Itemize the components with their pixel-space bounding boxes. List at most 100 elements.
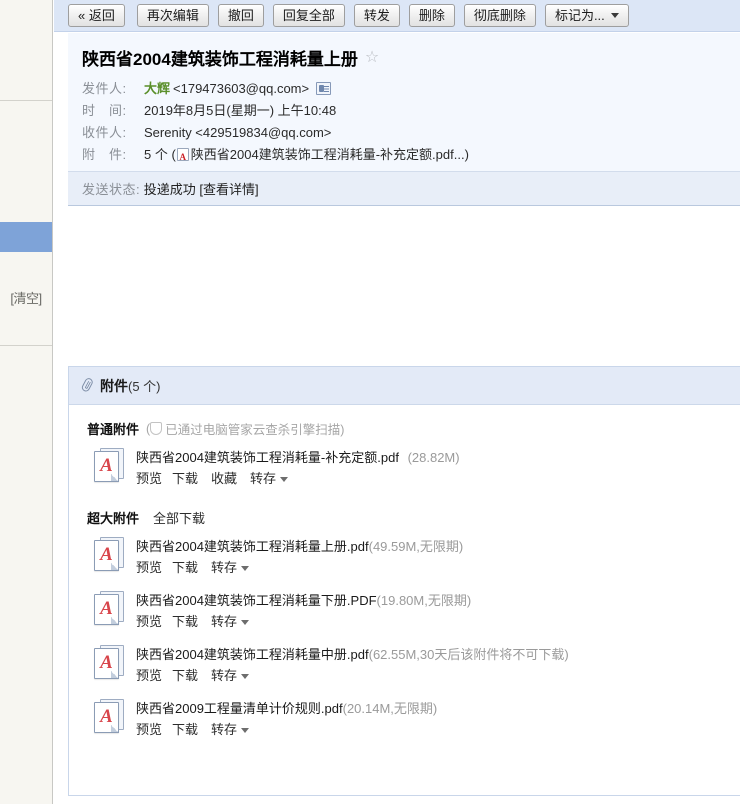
attachment-size: (28.82M) (407, 450, 460, 465)
page-title: 陕西省2004建筑装饰工程消耗量上册 (82, 50, 358, 69)
attachment-name[interactable]: 陕西省2004建筑装饰工程消耗量下册.PDF (136, 593, 377, 608)
sidebar-clear-link[interactable]: [清空] (0, 288, 52, 307)
contact-card-icon[interactable] (316, 82, 332, 95)
preview-link[interactable]: 预览 (136, 720, 162, 739)
download-link[interactable]: 下载 (172, 612, 198, 631)
attachments-panel-body: 普通附件 ( 已通过电脑管家云查杀引擎扫描) A 陕西省2004建筑装饰工程消耗… (69, 405, 740, 739)
recipient-value[interactable]: Serenity <429519834@qq.com> (144, 123, 331, 142)
preview-link[interactable]: 预览 (136, 558, 162, 577)
normal-attachments-title: 普通附件 (87, 422, 140, 437)
save-to-link[interactable]: 转存 (211, 666, 250, 685)
virus-scan-note: ( 已通过电脑管家云查杀引擎扫描) (146, 419, 344, 438)
from-label: 发件人: (82, 81, 127, 96)
attachment-name[interactable]: 陕西省2009工程量清单计价规则.pdf (136, 701, 343, 716)
preview-link[interactable]: 预览 (136, 612, 162, 631)
attachment-name[interactable]: 陕西省2004建筑装饰工程消耗量中册.pdf (136, 647, 369, 662)
attachment-meta: 陕西省2004建筑装饰工程消耗量下册.PDF(19.80M,无限期) 预览 下载… (136, 590, 471, 631)
from-row: 发件人: 大辉 <179473603@qq.com> (82, 79, 740, 98)
edit-again-button-label: 再次编辑 (146, 8, 199, 23)
attachment-meta: 陕西省2009工程量清单计价规则.pdf(20.14M,无限期) 预览 下载 转… (136, 698, 437, 739)
sender-address[interactable]: <179473603@qq.com> (173, 79, 309, 98)
chevron-down-icon (241, 674, 250, 679)
save-to-link[interactable]: 转存 (211, 720, 250, 739)
attachment-name-row: 陕西省2004建筑装饰工程消耗量上册.pdf(49.59M,无限期) (136, 537, 463, 556)
download-link[interactable]: 下载 (172, 720, 198, 739)
download-all-link[interactable]: 全部下载 (153, 508, 205, 527)
reply-all-button[interactable]: 回复全部 (272, 4, 345, 27)
attachment-name[interactable]: 陕西省2004建筑装饰工程消耗量-补充定额.pdf (136, 450, 399, 465)
mark-as-button[interactable]: 标记为... (544, 4, 629, 27)
subject-row: 陕西省2004建筑装饰工程消耗量上册 ☆ (82, 45, 740, 70)
attachment-item-large-3[interactable]: A 陕西省2009工程量清单计价规则.pdf(20.14M,无限期) 预览 下载… (87, 698, 740, 739)
attachment-actions: 预览 下载 收藏 转存 (136, 469, 460, 488)
attachment-item-large-2[interactable]: A 陕西省2004建筑装饰工程消耗量中册.pdf(62.55M,30天后该附件将… (87, 644, 740, 685)
pdf-file-icon: A (93, 590, 126, 627)
attachment-item-large-1[interactable]: A 陕西省2004建筑装饰工程消耗量下册.PDF(19.80M,无限期) 预览 … (87, 590, 740, 631)
attachment-name[interactable]: 陕西省2004建筑装饰工程消耗量上册.pdf (136, 539, 369, 554)
preview-link[interactable]: 预览 (136, 666, 162, 685)
to-label: 收件人: (82, 125, 127, 140)
permanently-delete-button[interactable]: 彻底删除 (463, 4, 536, 27)
date-label: 时 间: (82, 103, 127, 118)
normal-attachments-header: 普通附件 ( 已通过电脑管家云查杀引擎扫描) (87, 419, 740, 438)
to-row: 收件人: Serenity <429519834@qq.com> (82, 123, 740, 142)
attachment-size: (62.55M,30天后该附件将不可下载) (368, 647, 569, 662)
attachments-summary-row: 附 件: 5 个 ( 陕西省2004建筑装饰工程消耗量-补充定额.pdf...) (82, 145, 740, 167)
attachment-actions: 预览 下载 转存 (136, 720, 437, 739)
attachment-item-normal-0[interactable]: A 陕西省2004建筑装饰工程消耗量-补充定额.pdf (28.82M) 预览 … (87, 447, 740, 488)
forward-button-label: 转发 (363, 8, 390, 23)
chevron-down-icon (241, 728, 250, 733)
attachments-panel-count: (5 个) (128, 379, 161, 394)
attachment-actions: 预览 下载 转存 (136, 558, 463, 577)
favorite-link[interactable]: 收藏 (211, 469, 237, 488)
pdf-file-icon: A (93, 447, 126, 484)
delete-button[interactable]: 删除 (408, 4, 455, 27)
recall-button[interactable]: 撤回 (217, 4, 264, 27)
attachment-actions: 预览 下载 转存 (136, 666, 569, 685)
date-value: 2019年8月5日(星期一) 上午10:48 (144, 103, 337, 118)
mail-header: 陕西省2004建筑装饰工程消耗量上册 ☆ 发件人: 大辉 <179473603@… (68, 33, 740, 206)
download-link[interactable]: 下载 (172, 469, 198, 488)
attachment-item-large-0[interactable]: A 陕西省2004建筑装饰工程消耗量上册.pdf(49.59M,无限期) 预览 … (87, 536, 740, 577)
date-row: 时 间: 2019年8月5日(星期一) 上午10:48 (82, 101, 740, 120)
delete-button-label: 删除 (418, 8, 445, 23)
chevron-down-icon (241, 566, 250, 571)
attachment-meta: 陕西省2004建筑装饰工程消耗量中册.pdf(62.55M,30天后该附件将不可… (136, 644, 569, 685)
sidebar-selected-item[interactable] (0, 222, 52, 252)
virus-scan-note-text: 已通过电脑管家云查杀引擎扫描) (165, 423, 345, 437)
save-to-link[interactable]: 转存 (250, 469, 289, 488)
attachment-meta: 陕西省2004建筑装饰工程消耗量上册.pdf(49.59M,无限期) 预览 下载… (136, 536, 463, 577)
download-link[interactable]: 下载 (172, 558, 198, 577)
preview-link[interactable]: 预览 (136, 469, 162, 488)
attachment-name-row: 陕西省2009工程量清单计价规则.pdf(20.14M,无限期) (136, 699, 437, 718)
chevron-down-icon (241, 620, 250, 625)
attachment-size: (19.80M,无限期) (376, 593, 472, 608)
mark-as-button-label: 标记为... (554, 8, 605, 23)
save-to-link[interactable]: 转存 (211, 612, 250, 631)
pdf-file-icon (176, 148, 189, 167)
edit-again-button[interactable]: 再次编辑 (136, 4, 209, 27)
mail-client-window: [清空] « 返回 再次编辑 撤回 回复全部 转发 删除 彻底删除 标记为...… (0, 0, 740, 804)
attachment-meta: 陕西省2004建筑装饰工程消耗量-补充定额.pdf (28.82M) 预览 下载… (136, 447, 460, 488)
download-link[interactable]: 下载 (172, 666, 198, 685)
mail-body-content (68, 212, 740, 364)
recall-button-label: 撤回 (227, 8, 254, 23)
permanently-delete-button-label: 彻底删除 (473, 8, 526, 23)
star-icon[interactable]: ☆ (365, 49, 379, 66)
save-to-label: 转存 (211, 560, 238, 575)
save-to-label: 转存 (250, 471, 277, 486)
attachments-first-name[interactable]: 陕西省2004建筑装饰工程消耗量-补充定额.pdf...) (191, 145, 469, 164)
sidebar-divider-top (0, 100, 52, 101)
back-button-label: « 返回 (78, 8, 115, 23)
send-status-value: 投递成功 (143, 182, 196, 197)
sender-name[interactable]: 大辉 (144, 79, 170, 98)
back-button[interactable]: « 返回 (68, 4, 125, 27)
forward-button[interactable]: 转发 (353, 4, 400, 27)
view-details-link[interactable]: [查看详情] (199, 182, 258, 197)
save-to-link[interactable]: 转存 (211, 558, 250, 577)
chevron-down-icon (280, 477, 289, 482)
reply-all-button-label: 回复全部 (282, 8, 335, 23)
sidebar-divider-bottom (0, 345, 52, 346)
attachment-size: (49.59M,无限期) (368, 539, 464, 554)
attachments-label: 附 件: (82, 147, 127, 162)
